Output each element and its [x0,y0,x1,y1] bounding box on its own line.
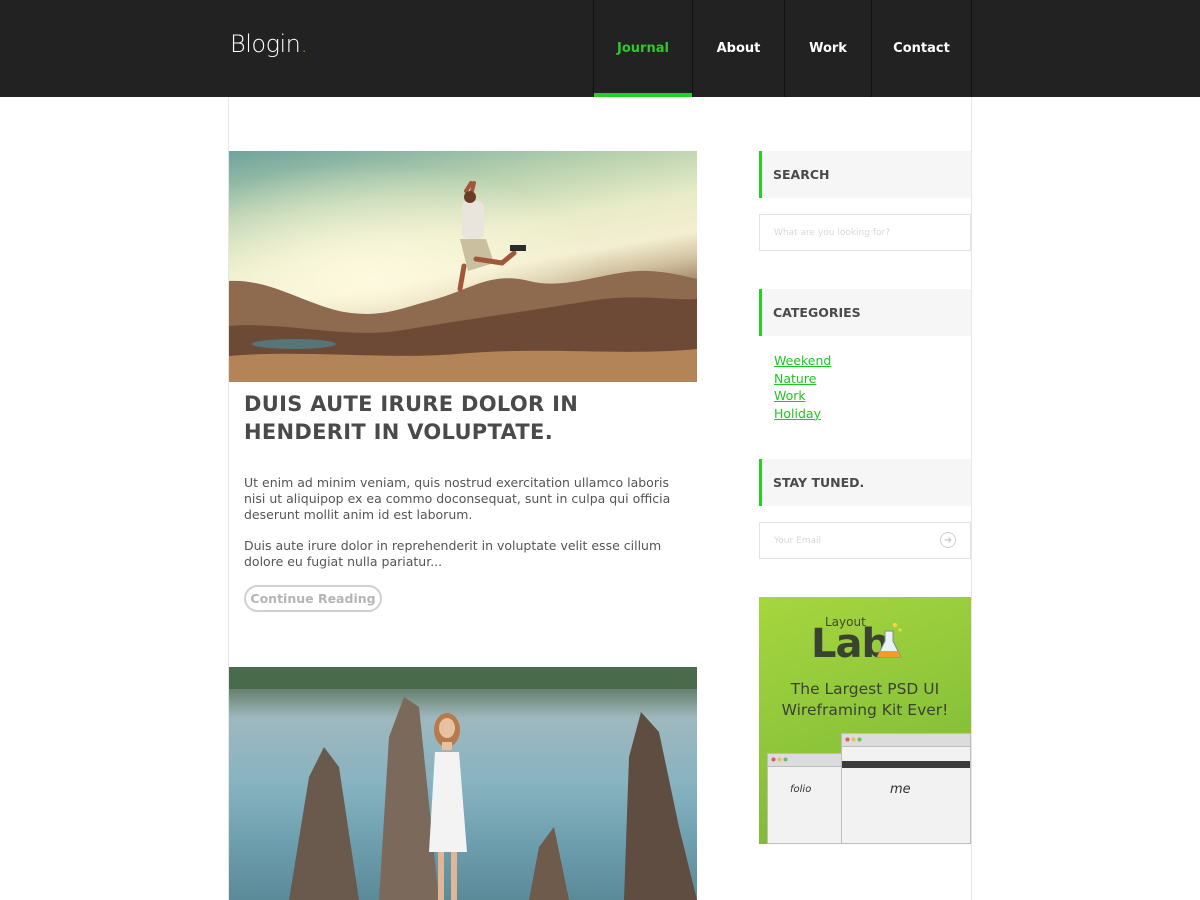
wireframe-browser-mockup: folio [767,753,847,844]
mockup-titlebar [768,754,846,767]
newsletter-widget-heading: STAY TUNED. [759,459,971,506]
content-frame-right-border [971,97,972,900]
email-field[interactable]: Your Email ➜ [759,522,971,559]
post-featured-image-woman-lake[interactable] [229,667,697,900]
window-dots-icon [771,757,788,762]
category-link-holiday[interactable]: Holiday [774,406,821,421]
flask-icon [877,623,902,658]
mountain-scene-illustration [229,151,697,382]
mockup-navbar [842,761,970,768]
post-title[interactable]: DUIS AUTE IRURE DOLOR IN HENDERIT IN VOL… [244,390,694,446]
top-navigation-bar: Blogin. Journal About Work Contact [0,0,1200,97]
arrow-right-circle-icon[interactable]: ➜ [940,532,956,548]
logo-dot: . [300,30,308,58]
list-item: Weekend [774,352,831,370]
layoutlab-ad-banner[interactable]: Layout Lab The Largest PSD UI Wireframin… [759,597,971,844]
lake-scene-illustration [229,667,697,900]
site-logo[interactable]: Blogin. [230,30,308,58]
search-placeholder: What are you looking for? [774,227,890,238]
search-input[interactable]: What are you looking for? [759,214,971,251]
post-excerpt-paragraph: Duis aute irure dolor in reprehenderit i… [244,538,662,569]
search-widget-heading: SEARCH [759,151,971,198]
list-item: Holiday [774,405,831,423]
category-link-nature[interactable]: Nature [774,371,816,386]
wireframe-browser-mockup: me [841,733,971,844]
ad-tagline-line: Wireframing Kit Ever! [781,701,949,719]
category-link-weekend[interactable]: Weekend [774,353,831,368]
categories-list: Weekend Nature Work Holiday [774,352,831,422]
main-nav: Journal About Work Contact [593,0,972,97]
list-item: Work [774,387,831,405]
category-link-work[interactable]: Work [774,388,806,403]
post-excerpt-paragraph: Ut enim ad minim veniam, quis nostrud ex… [244,475,671,522]
ad-tagline: The Largest PSD UI Wireframing Kit Ever! [759,679,971,721]
list-item: Nature [774,370,831,388]
nav-journal[interactable]: Journal [593,0,692,97]
nav-about[interactable]: About [692,0,784,97]
mockup-logo: folio [790,784,812,795]
mockup-logo: me [890,782,911,797]
logo-text: Blogin [230,30,301,58]
nav-work[interactable]: Work [784,0,871,97]
mockup-titlebar [842,734,970,747]
email-placeholder: Your Email [774,535,822,546]
ad-tagline-line: The Largest PSD UI [790,680,940,698]
window-dots-icon [845,737,862,742]
nav-contact[interactable]: Contact [871,0,972,97]
post-featured-image-jumping-man[interactable] [229,151,697,382]
continue-reading-button[interactable]: Continue Reading [244,585,382,612]
categories-widget-heading: CATEGORIES [759,289,971,336]
